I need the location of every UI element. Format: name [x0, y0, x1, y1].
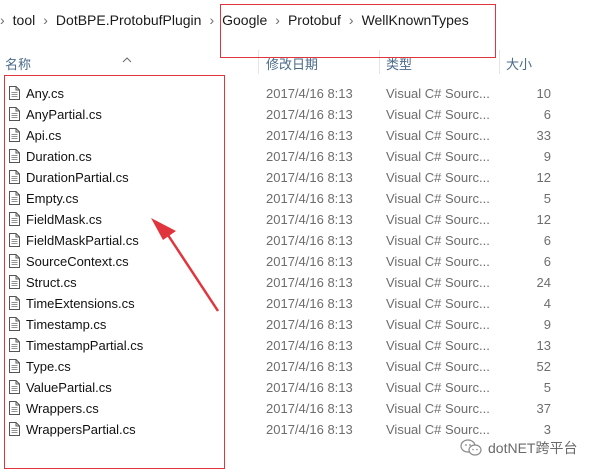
wechat-icon: [460, 439, 482, 456]
arrow-head: [151, 218, 176, 240]
watermark: dotNET跨平台: [460, 438, 577, 458]
arrow-shaft: [164, 231, 220, 312]
watermark-text: dotNET跨平台: [488, 440, 578, 456]
annotation-arrow: [151, 218, 220, 312]
file-explorer-window: › tool › DotBPE.ProtobufPlugin › Google …: [0, 0, 603, 475]
